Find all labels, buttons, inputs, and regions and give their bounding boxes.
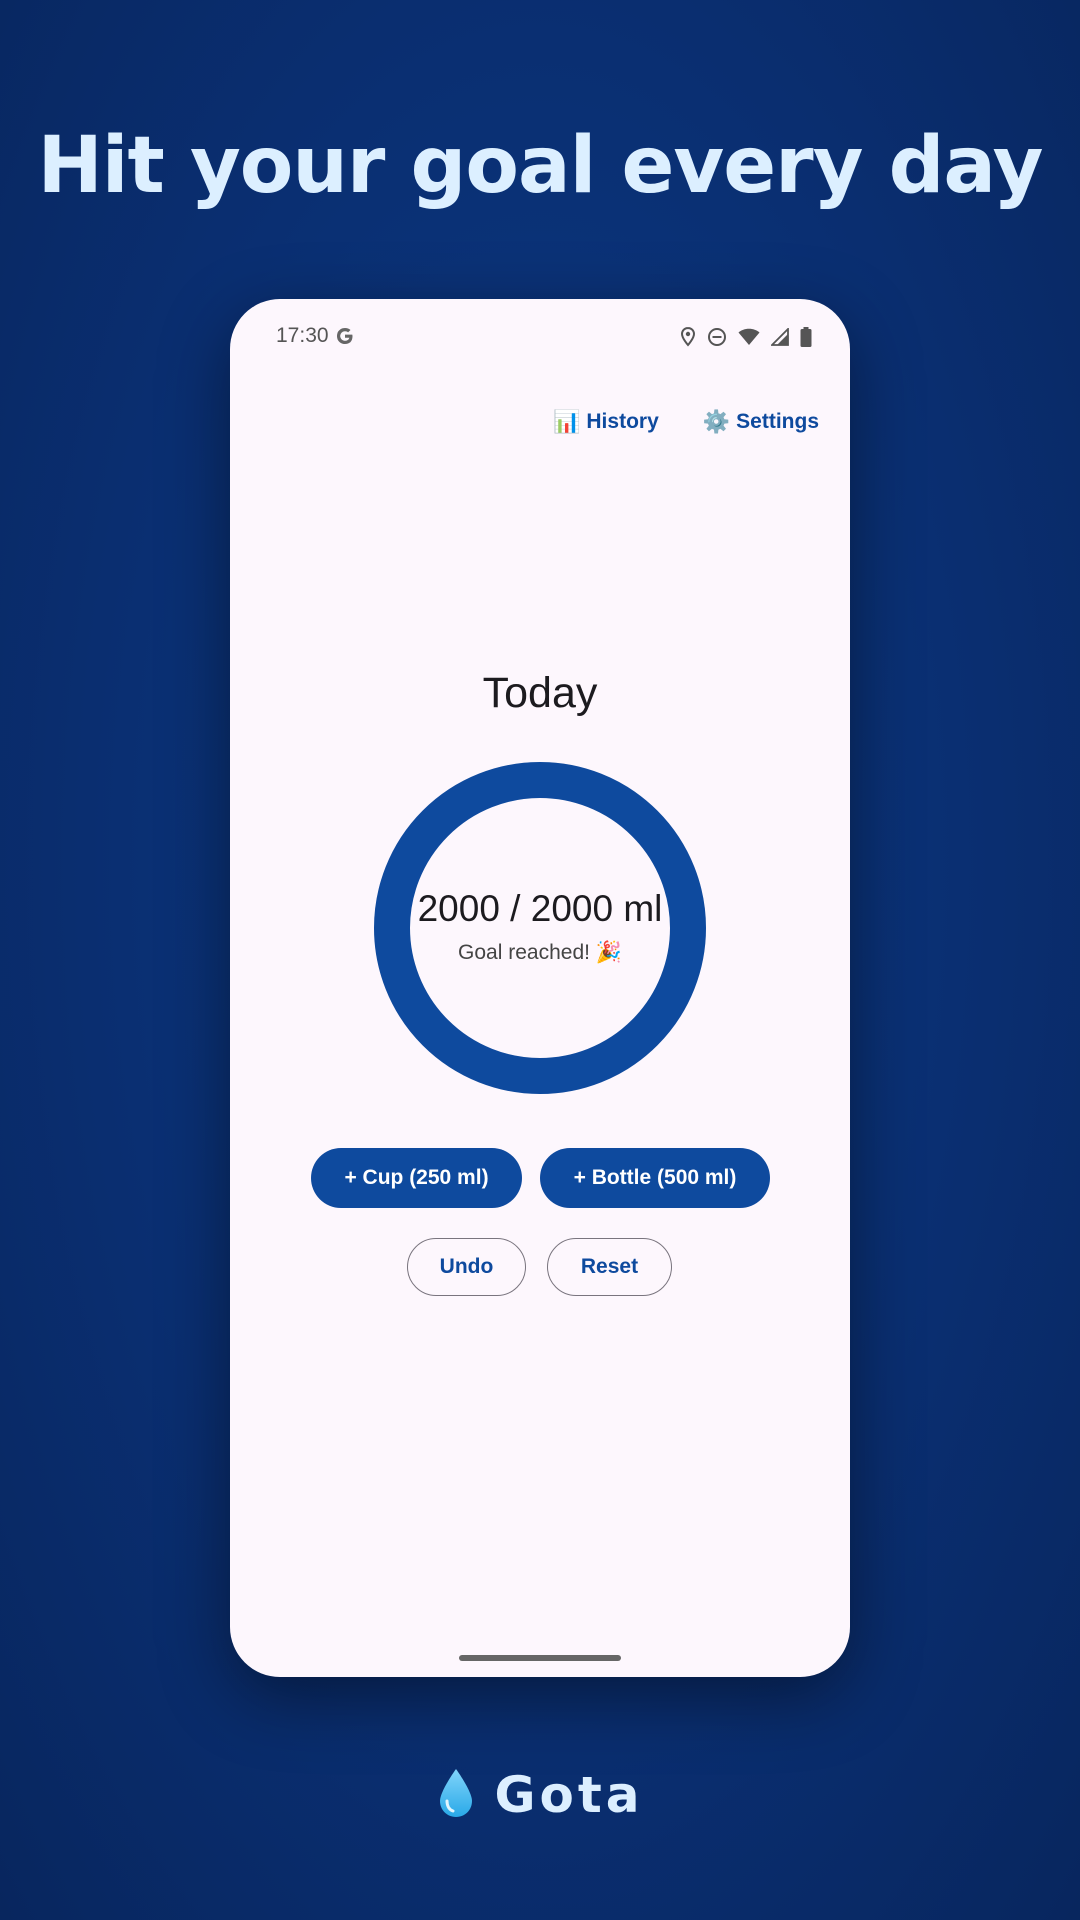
status-time: 17:30: [276, 324, 329, 347]
location-icon: [680, 327, 696, 347]
brand: Gota: [0, 1766, 1080, 1824]
history-button[interactable]: 📊 History: [553, 409, 659, 435]
undo-button[interactable]: Undo: [407, 1238, 526, 1296]
signal-icon: [771, 328, 789, 346]
goal-status: Goal reached! 🎉: [458, 941, 622, 964]
google-icon: [335, 326, 355, 346]
add-bottle-button[interactable]: + Bottle (500 ml): [540, 1148, 770, 1208]
do-not-disturb-icon: [707, 327, 727, 347]
wifi-icon: [738, 328, 760, 346]
reset-button[interactable]: Reset: [547, 1238, 672, 1296]
brand-name: Gota: [494, 1766, 644, 1824]
progress-ring: 2000 / 2000 ml Goal reached! 🎉: [374, 762, 706, 1094]
history-label: History: [586, 410, 659, 433]
bar-chart-icon: 📊: [552, 409, 581, 434]
settings-label: Settings: [736, 410, 819, 433]
gear-icon: ⚙️: [702, 409, 731, 434]
water-drop-icon: [436, 1767, 476, 1823]
add-cup-button[interactable]: + Cup (250 ml): [311, 1148, 522, 1208]
page-title: Today: [482, 669, 598, 717]
status-icons: [680, 325, 812, 349]
promo-headline: Hit your goal every day: [37, 121, 1043, 211]
home-indicator[interactable]: [459, 1655, 621, 1661]
intake-amount: 2000 / 2000 ml: [417, 888, 663, 929]
settings-button[interactable]: ⚙️ Settings: [703, 409, 819, 435]
top-actions: 📊 History ⚙️ Settings: [553, 409, 819, 435]
status-bar: 17:30: [230, 299, 850, 379]
phone-screen: 17:30 📊 History ⚙️ Settings Today 2000 /…: [230, 299, 850, 1677]
battery-icon: [800, 327, 812, 347]
